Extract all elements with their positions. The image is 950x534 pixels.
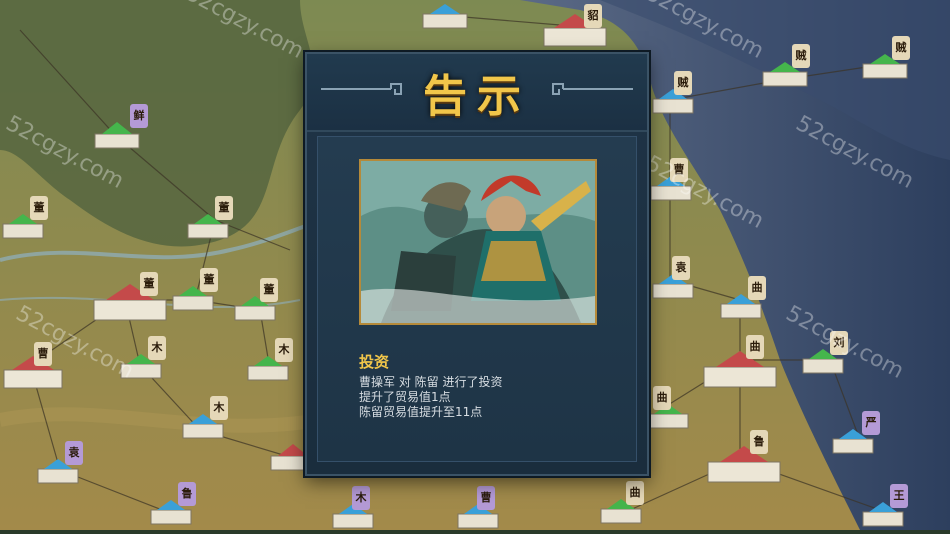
city-flag: 木 — [275, 338, 293, 362]
city-flag: 董 — [260, 278, 278, 302]
city-node[interactable]: 曲 — [700, 335, 780, 395]
city-node[interactable]: 董 — [232, 278, 278, 328]
city-flag: 董 — [200, 268, 218, 292]
city-node[interactable]: 王 — [860, 484, 908, 534]
city-node[interactable]: 董 — [0, 196, 48, 246]
city-flag: 曲 — [748, 276, 766, 300]
city-node[interactable]: 木 — [180, 396, 228, 446]
city-node[interactable]: 贼 — [650, 71, 696, 121]
city-node[interactable]: 袁 — [650, 256, 696, 306]
city-node[interactable]: 刘 — [800, 331, 848, 381]
city-node[interactable]: 鲁 — [704, 430, 784, 490]
city-node[interactable]: 木 — [330, 486, 376, 534]
notice-line: 陈留贸易值提升至11点 — [359, 405, 483, 419]
city-node[interactable]: 贼 — [860, 36, 910, 86]
city-flag: 王 — [890, 484, 908, 508]
city-flag: 贼 — [792, 44, 810, 68]
city-flag: 董 — [30, 196, 48, 220]
city-flag: 木 — [210, 396, 228, 420]
city-node[interactable]: 曲 — [645, 386, 691, 436]
city-node[interactable]: 曹 — [455, 486, 501, 534]
dialog-header: 告示 — [307, 54, 647, 132]
city-flag: 曲 — [746, 335, 764, 359]
city-flag: 贼 — [892, 36, 910, 60]
city-node[interactable]: 鲜 — [92, 104, 148, 156]
notice-heading: 投资 — [359, 353, 390, 371]
city-node[interactable] — [420, 2, 470, 36]
notice-dialog[interactable]: 告示 投资 曹操军 对 陈留 进行了投资 提升了贸易值1点 陈留贸易值提升至11… — [305, 52, 649, 476]
city-node[interactable]: 曹 — [648, 158, 694, 208]
city-flag: 貂 — [584, 4, 602, 28]
city-node[interactable]: 曲 — [718, 276, 766, 326]
city-flag: 袁 — [65, 441, 83, 465]
city-flag: 董 — [140, 272, 158, 296]
city-node[interactable]: 董 — [185, 196, 233, 246]
city-node[interactable]: 曹 — [0, 342, 66, 396]
city-flag: 鲜 — [130, 104, 148, 128]
city-flag: 刘 — [830, 331, 848, 355]
city-flag: 曲 — [626, 481, 644, 505]
city-node[interactable]: 贼 — [760, 44, 810, 94]
city-flag: 曲 — [653, 386, 671, 410]
city-flag: 曹 — [477, 486, 495, 510]
city-node[interactable]: 董 — [170, 268, 218, 318]
general-portrait — [361, 161, 595, 323]
city-node[interactable]: 曲 — [598, 481, 644, 531]
city-flag: 严 — [862, 411, 880, 435]
notice-panel: 投资 曹操军 对 陈留 进行了投资 提升了贸易值1点 陈留贸易值提升至11点 — [317, 136, 637, 462]
city-flag: 鲁 — [178, 482, 196, 506]
city-node[interactable]: 貂 — [540, 4, 610, 54]
city-node[interactable]: 董 — [90, 272, 170, 328]
fret-ornament-right — [552, 83, 633, 95]
city-node[interactable]: 严 — [830, 411, 880, 461]
city-flag: 木 — [148, 336, 166, 360]
city-flag: 董 — [215, 196, 233, 220]
city-node[interactable]: 鲁 — [148, 482, 196, 532]
city-flag: 贼 — [674, 71, 692, 95]
city-node[interactable]: 袁 — [35, 441, 83, 491]
city-flag: 曹 — [670, 158, 688, 182]
event-illustration — [359, 159, 597, 325]
city-flag: 袁 — [672, 256, 690, 280]
city-node[interactable]: 木 — [118, 336, 166, 386]
city-flag: 木 — [352, 486, 370, 510]
city-flag: 曹 — [34, 342, 52, 366]
city-flag: 鲁 — [750, 430, 768, 454]
city-node[interactable]: 木 — [245, 338, 293, 388]
